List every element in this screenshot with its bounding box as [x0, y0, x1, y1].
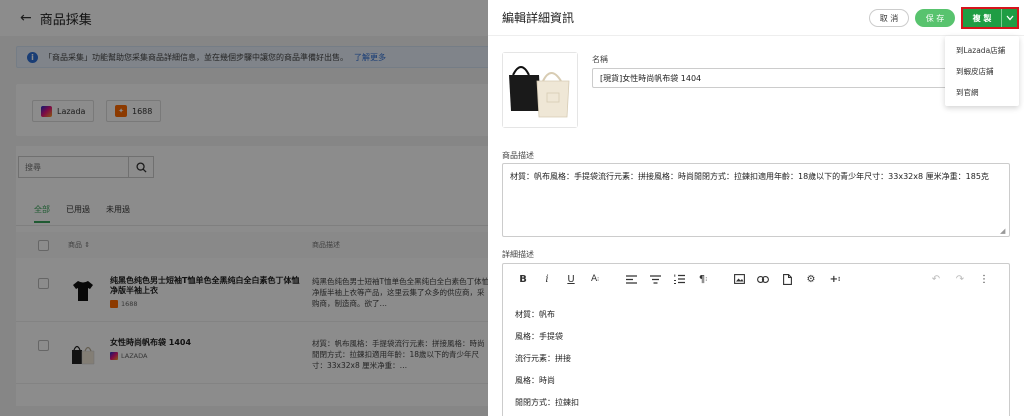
copy-dropdown-menu: 到Lazada店鋪 到蝦皮店鋪 到官網: [945, 36, 1019, 106]
ordered-list-icon[interactable]: [672, 272, 686, 286]
editor-line: 流行元素：拼接: [515, 354, 571, 363]
menu-item-copy-to-shopee[interactable]: 到蝦皮店鋪: [945, 61, 1019, 82]
resize-handle-icon[interactable]: ◢: [1000, 227, 1005, 235]
tote-bag-photo: [503, 53, 577, 127]
align-left-icon[interactable]: [624, 272, 638, 286]
bold-icon[interactable]: B: [516, 272, 530, 286]
file-icon[interactable]: [780, 272, 794, 286]
editor-line: 閒閉方式：拉鍊扣: [515, 398, 579, 407]
edit-details-drawer: 編輯詳細資訊 取 消 保 存 複 製 到Lazada店鋪 到蝦皮店鋪 到官網 名…: [488, 0, 1024, 416]
copy-button[interactable]: 複 製: [963, 9, 1001, 27]
description-label: 商品描述: [502, 151, 534, 160]
italic-icon[interactable]: i: [540, 272, 554, 286]
product-description-textarea[interactable]: 材質：帆布風格：手提袋流行元素：拼接風格：時尚閒閉方式：拉鍊扣適用年齡：18歲以…: [502, 163, 1010, 237]
redo-icon[interactable]: ↷: [953, 272, 967, 286]
settings-gear-icon[interactable]: ⚙: [804, 272, 818, 286]
drawer-header: 編輯詳細資訊 取 消 保 存 複 製: [488, 0, 1024, 36]
more-options-icon[interactable]: ⋮: [977, 272, 991, 286]
paragraph-icon[interactable]: ¶ ⁝: [696, 272, 710, 286]
editor-line: 風格：時尚: [515, 376, 555, 385]
font-size-icon[interactable]: A ⁝: [588, 272, 602, 286]
underline-icon[interactable]: U: [564, 272, 578, 286]
image-icon[interactable]: [732, 272, 746, 286]
modal-backdrop[interactable]: [0, 0, 488, 416]
copy-dropdown-toggle[interactable]: [1001, 9, 1017, 27]
product-image[interactable]: [502, 52, 578, 128]
insert-more-icon[interactable]: + ⁝: [828, 272, 842, 286]
rich-text-editor: B i U A ⁝ ¶ ⁝ ⚙ + ⁝ ↶ ↷ ⋮ 材質：帆布 風格：手提袋 流…: [502, 263, 1010, 416]
editor-content[interactable]: 材質：帆布 風格：手提袋 流行元素：拼接 風格：時尚 閒閉方式：拉鍊扣: [515, 304, 579, 414]
chevron-down-icon: [1006, 15, 1013, 21]
drawer-title: 編輯詳細資訊: [502, 11, 575, 25]
name-label: 名稱: [592, 55, 608, 64]
undo-icon[interactable]: ↶: [929, 272, 943, 286]
copy-button-group: 複 製: [961, 7, 1019, 29]
detail-description-label: 詳細描述: [502, 250, 534, 259]
link-icon[interactable]: [756, 272, 770, 286]
editor-toolbar: B i U A ⁝ ¶ ⁝ ⚙ + ⁝ ↶ ↷ ⋮: [503, 264, 1009, 294]
save-button[interactable]: 保 存: [915, 9, 955, 27]
menu-item-copy-to-lazada[interactable]: 到Lazada店鋪: [945, 40, 1019, 61]
menu-item-copy-to-website[interactable]: 到官網: [945, 82, 1019, 103]
editor-line: 風格：手提袋: [515, 332, 563, 341]
editor-line: 材質：帆布: [515, 310, 555, 319]
cancel-button[interactable]: 取 消: [869, 9, 909, 27]
product-name-input[interactable]: [592, 68, 950, 88]
align-center-icon[interactable]: [648, 272, 662, 286]
